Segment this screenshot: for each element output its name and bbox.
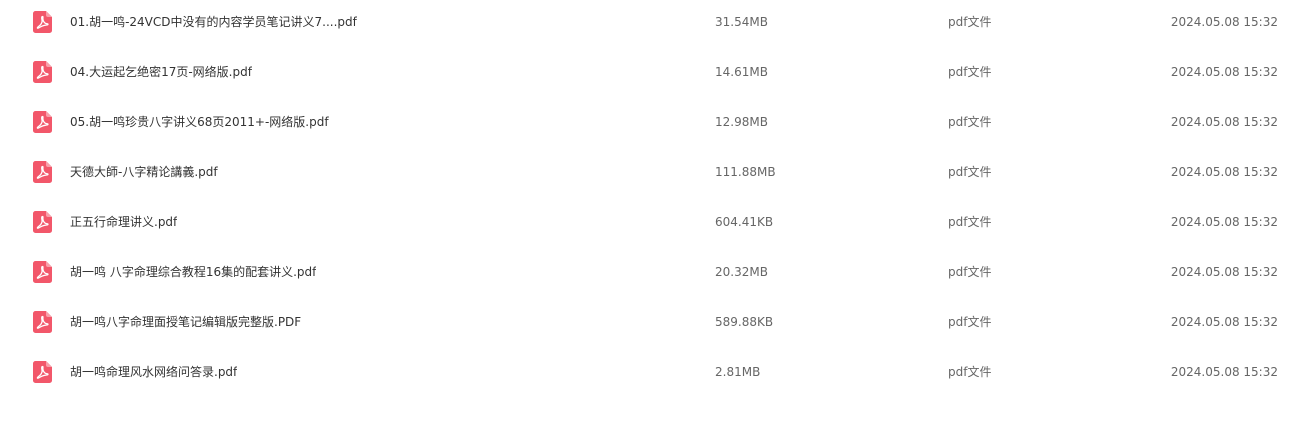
- file-name[interactable]: 04.大运起乞绝密17页-网络版.pdf: [70, 64, 252, 80]
- file-type: pdf文件: [948, 215, 992, 229]
- file-size: 20.32MB: [715, 265, 768, 279]
- file-name[interactable]: 胡一鸣八字命理面授笔记编辑版完整版.PDF: [70, 314, 301, 330]
- file-row[interactable]: 01.胡一鸣-24VCD中没有的内容学员笔记讲义7....pdf 31.54MB…: [0, 0, 1309, 50]
- file-name[interactable]: 05.胡一鸣珍贵八字讲义68页2011+-网络版.pdf: [70, 114, 329, 130]
- file-size: 12.98MB: [715, 115, 768, 129]
- file-row[interactable]: 胡一鸣八字命理面授笔记编辑版完整版.PDF 589.88KB pdf文件 202…: [0, 300, 1309, 350]
- file-date: 2024.05.08 15:32: [1170, 115, 1278, 129]
- file-type: pdf文件: [948, 15, 992, 29]
- file-size: 604.41KB: [715, 215, 774, 229]
- file-size: 31.54MB: [715, 15, 768, 29]
- file-date: 2024.05.08 15:32: [1170, 315, 1278, 329]
- file-size: 2.81MB: [715, 365, 761, 379]
- file-date: 2024.05.08 15:32: [1170, 265, 1278, 279]
- file-date: 2024.05.08 15:32: [1170, 15, 1278, 29]
- pdf-file-icon: [33, 311, 52, 333]
- file-type: pdf文件: [948, 115, 992, 129]
- file-name[interactable]: 正五行命理讲义.pdf: [70, 214, 177, 230]
- file-type: pdf文件: [948, 265, 992, 279]
- pdf-file-icon: [33, 261, 52, 283]
- pdf-file-icon: [33, 111, 52, 133]
- pdf-file-icon: [33, 211, 52, 233]
- pdf-file-icon: [33, 61, 52, 83]
- file-row[interactable]: 天德大師-八字精论講義.pdf 111.88MB pdf文件 2024.05.0…: [0, 150, 1309, 200]
- pdf-file-icon: [33, 361, 52, 383]
- file-row[interactable]: 正五行命理讲义.pdf 604.41KB pdf文件 2024.05.08 15…: [0, 200, 1309, 250]
- file-date: 2024.05.08 15:32: [1170, 215, 1278, 229]
- file-row[interactable]: 胡一鸣命理风水网络问答录.pdf 2.81MB pdf文件 2024.05.08…: [0, 350, 1309, 400]
- file-row[interactable]: 05.胡一鸣珍贵八字讲义68页2011+-网络版.pdf 12.98MB pdf…: [0, 100, 1309, 150]
- file-date: 2024.05.08 15:32: [1170, 365, 1278, 379]
- file-type: pdf文件: [948, 165, 992, 179]
- file-name[interactable]: 01.胡一鸣-24VCD中没有的内容学员笔记讲义7....pdf: [70, 14, 357, 30]
- file-type: pdf文件: [948, 315, 992, 329]
- file-row[interactable]: 04.大运起乞绝密17页-网络版.pdf 14.61MB pdf文件 2024.…: [0, 50, 1309, 100]
- file-size: 111.88MB: [715, 165, 776, 179]
- file-name[interactable]: 天德大師-八字精论講義.pdf: [70, 164, 218, 180]
- file-row[interactable]: 胡一鸣 八字命理综合教程16集的配套讲义.pdf 20.32MB pdf文件 2…: [0, 250, 1309, 300]
- pdf-file-icon: [33, 161, 52, 183]
- file-name[interactable]: 胡一鸣 八字命理综合教程16集的配套讲义.pdf: [70, 264, 316, 280]
- file-size: 589.88KB: [715, 315, 774, 329]
- pdf-file-icon: [33, 11, 52, 33]
- file-name[interactable]: 胡一鸣命理风水网络问答录.pdf: [70, 364, 237, 380]
- file-list: 01.胡一鸣-24VCD中没有的内容学员笔记讲义7....pdf 31.54MB…: [0, 0, 1309, 400]
- file-type: pdf文件: [948, 365, 992, 379]
- file-date: 2024.05.08 15:32: [1170, 65, 1278, 79]
- file-size: 14.61MB: [715, 65, 768, 79]
- file-type: pdf文件: [948, 65, 992, 79]
- file-date: 2024.05.08 15:32: [1170, 165, 1278, 179]
